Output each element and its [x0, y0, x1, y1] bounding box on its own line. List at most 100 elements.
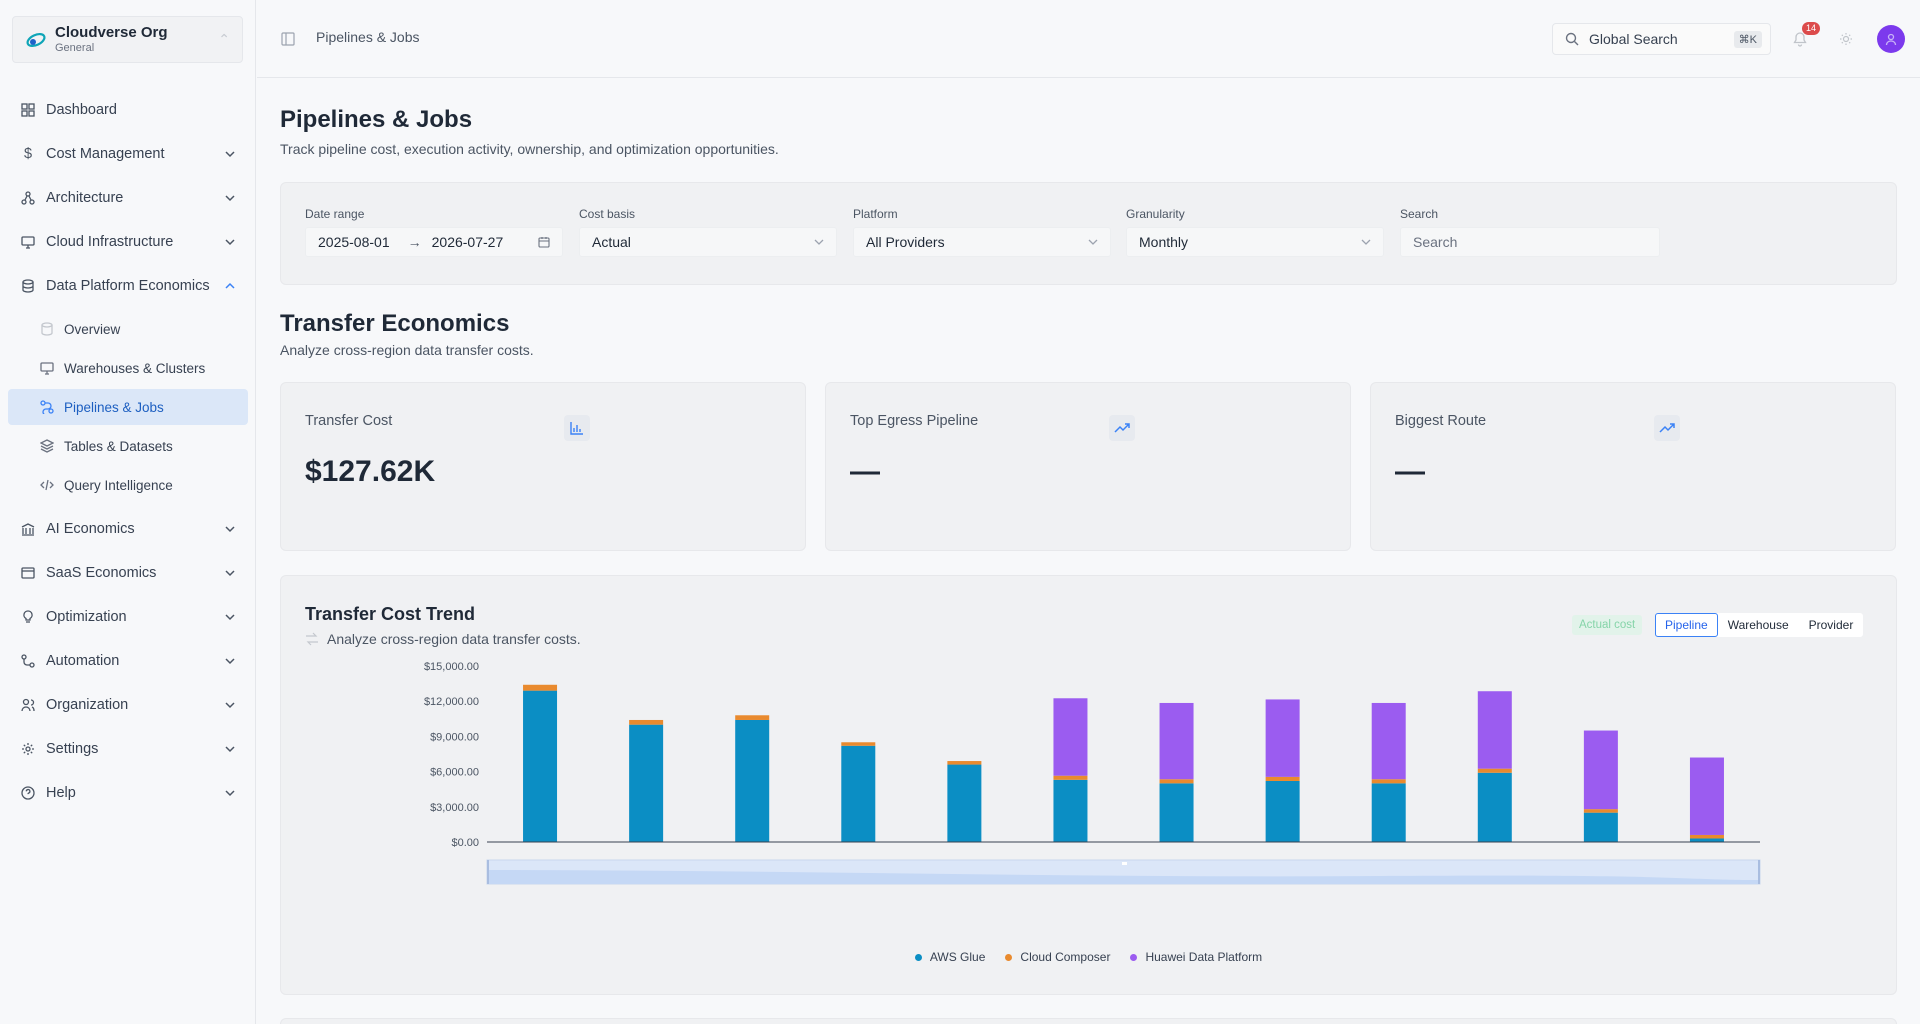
bar-segment[interactable]: [1371, 779, 1406, 784]
bar-segment[interactable]: [1689, 834, 1724, 839]
bar-segment[interactable]: [1053, 698, 1088, 776]
legend-item-huawei[interactable]: Huawei Data Platform: [1130, 950, 1262, 964]
chevron-down-icon: [225, 790, 235, 797]
zoom-grip[interactable]: [1122, 862, 1127, 865]
granularity-value: Monthly: [1139, 234, 1189, 250]
bar-segment[interactable]: [629, 724, 664, 842]
bar-segment[interactable]: [735, 715, 770, 720]
kpi-transfer-cost-label: Transfer Cost: [305, 413, 393, 429]
cost-basis-value: Actual: [592, 234, 631, 250]
nav-cost-management[interactable]: $ Cost Management: [8, 132, 248, 176]
search-input[interactable]: Search: [1400, 227, 1660, 257]
subnav-query[interactable]: Query Intelligence: [8, 467, 248, 503]
nav-organization[interactable]: Organization: [8, 683, 248, 727]
legend-label: Huawei Data Platform: [1145, 950, 1263, 964]
legend-item-cloud-composer[interactable]: Cloud Composer: [1005, 950, 1110, 964]
page-subtitle: Track pipeline cost, execution activity,…: [280, 141, 779, 157]
bar-segment[interactable]: [1477, 768, 1512, 773]
global-search[interactable]: Global Search ⌘K: [1552, 23, 1771, 55]
arrow-right-icon: →: [407, 234, 422, 250]
chevron-down-icon: [1361, 239, 1371, 245]
nav-optimization[interactable]: Optimization: [8, 595, 248, 639]
bar-segment[interactable]: [735, 719, 770, 842]
cost-basis-select[interactable]: Actual: [579, 227, 837, 257]
y-tick-label: $6,000.00: [430, 767, 479, 779]
platform-select[interactable]: All Providers: [853, 227, 1111, 257]
bar-segment[interactable]: [1689, 838, 1724, 842]
bar-segment[interactable]: [1159, 783, 1194, 842]
bar-segment[interactable]: [1477, 772, 1512, 842]
monitor-cloud-icon: [20, 234, 36, 250]
subnav-overview[interactable]: Overview: [8, 311, 248, 347]
bar-segment[interactable]: [1265, 780, 1300, 842]
subnav-pipelines[interactable]: Pipelines & Jobs: [8, 389, 248, 425]
bar-segment[interactable]: [1053, 775, 1088, 780]
bar-series: [523, 684, 1724, 842]
seg-provider[interactable]: Provider: [1799, 613, 1864, 637]
seg-warehouse[interactable]: Warehouse: [1718, 613, 1799, 637]
kpi-top-egress: Top Egress Pipeline —: [825, 382, 1351, 551]
nav-automation[interactable]: Automation: [8, 639, 248, 683]
legend-item-aws-glue[interactable]: AWS Glue: [914, 950, 985, 964]
monitor-icon: [40, 360, 56, 376]
nav-settings[interactable]: Settings: [8, 727, 248, 771]
bar-segment[interactable]: [1159, 779, 1194, 784]
granularity-select[interactable]: Monthly: [1126, 227, 1384, 257]
cost-basis-filter: Cost basis Actual: [579, 207, 837, 257]
bar-segment[interactable]: [1265, 699, 1300, 777]
bar-segment[interactable]: [841, 745, 876, 842]
bar-segment[interactable]: [1371, 702, 1406, 780]
chevron-up-down-icon: ⌃: [218, 31, 230, 47]
nav-help[interactable]: Help: [8, 771, 248, 815]
database-icon: [40, 321, 56, 337]
bar-segment[interactable]: [1477, 691, 1512, 769]
user-avatar[interactable]: [1877, 25, 1905, 53]
bar-segment[interactable]: [947, 761, 982, 765]
date-range-picker[interactable]: 2025-08-01 → 2026-07-27: [305, 227, 563, 257]
bar-segment[interactable]: [523, 684, 558, 691]
workflow-icon: [20, 653, 36, 669]
y-tick-label: $0.00: [451, 837, 479, 849]
bar-segment[interactable]: [1583, 809, 1618, 813]
kpi-top-egress-value: —: [850, 455, 880, 488]
bar-segment[interactable]: [1583, 730, 1618, 810]
user-icon: [1885, 33, 1897, 46]
zoom-handle-left[interactable]: [487, 860, 489, 884]
org-switcher[interactable]: Cloudverse Org General ⌃: [12, 16, 243, 63]
subnav-tables[interactable]: Tables & Datasets: [8, 428, 248, 464]
platform-label: Platform: [853, 207, 898, 221]
bar-segment[interactable]: [1053, 779, 1088, 842]
kpi-biggest-route-value: —: [1395, 455, 1425, 488]
section-subtitle: Analyze cross-region data transfer costs…: [280, 342, 534, 358]
topbar: Pipelines & Jobs Global Search ⌘K 14: [257, 0, 1920, 78]
nav-ai-economics-label: AI Economics: [46, 521, 135, 537]
bar-segment[interactable]: [629, 719, 664, 725]
bar-segment[interactable]: [841, 742, 876, 746]
bar-segment[interactable]: [1689, 757, 1724, 835]
subnav-tables-label: Tables & Datasets: [64, 438, 173, 454]
bar-segment[interactable]: [1583, 812, 1618, 842]
subnav-warehouses[interactable]: Warehouses & Clusters: [8, 350, 248, 386]
sidebar-toggle-icon[interactable]: [281, 32, 295, 46]
nav-architecture[interactable]: Architecture: [8, 176, 248, 220]
search-filter: Search Search: [1400, 207, 1660, 257]
bar-segment[interactable]: [523, 690, 558, 842]
bar-segment[interactable]: [1371, 783, 1406, 842]
nav-ai-economics[interactable]: AI Economics: [8, 507, 248, 551]
bar-segment[interactable]: [1265, 776, 1300, 781]
nav-data-platform-economics[interactable]: Data Platform Economics: [8, 264, 248, 308]
browser-icon: [20, 565, 36, 581]
seg-pipeline[interactable]: Pipeline: [1655, 613, 1718, 637]
chevron-down-icon: [225, 239, 235, 246]
legend-dot: [1130, 953, 1138, 961]
nav-cloud-infrastructure[interactable]: Cloud Infrastructure: [8, 220, 248, 264]
nav-saas-economics-label: SaaS Economics: [46, 565, 157, 581]
zoom-slider[interactable]: [486, 859, 1761, 885]
nav-saas-economics[interactable]: SaaS Economics: [8, 551, 248, 595]
sun-icon[interactable]: [1839, 32, 1853, 46]
bar-segment[interactable]: [1159, 702, 1194, 780]
nav-dashboard[interactable]: Dashboard: [8, 88, 248, 132]
zoom-handle-right[interactable]: [1758, 860, 1760, 884]
bar-segment[interactable]: [947, 764, 982, 842]
chevron-down-icon: [225, 614, 235, 621]
